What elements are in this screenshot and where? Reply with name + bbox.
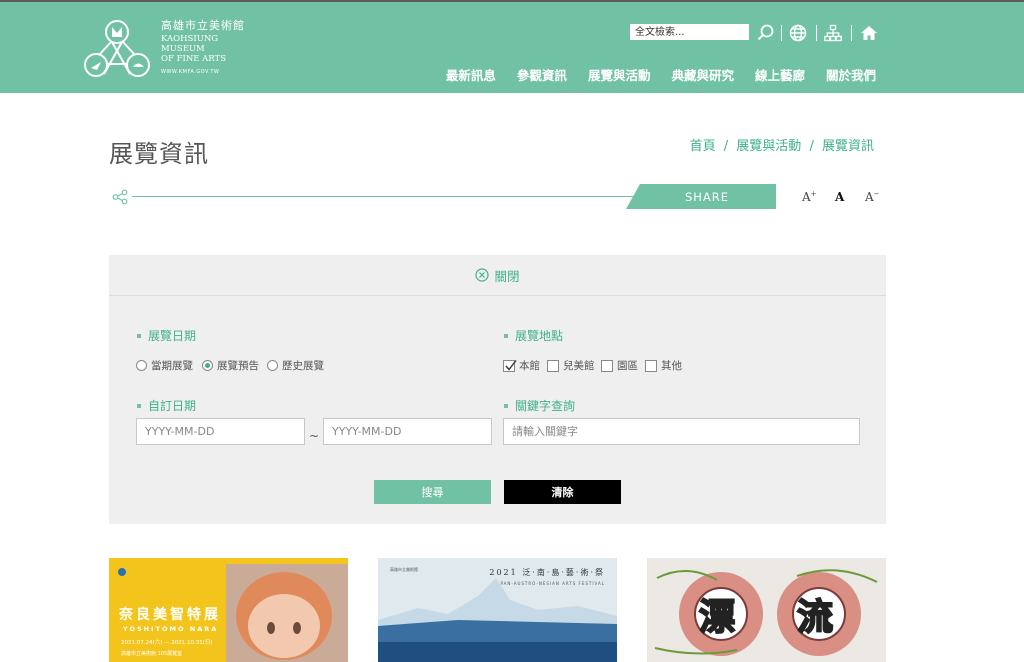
globe-icon[interactable] — [789, 24, 807, 42]
breadcrumb: 首頁 / 展覽與活動 / 展覽資訊 — [690, 135, 874, 154]
date-section-label: 展覽日期 — [137, 327, 196, 344]
share-button[interactable]: SHARE — [626, 184, 776, 209]
share-icon[interactable] — [112, 189, 128, 205]
keyword-section-label: 關鍵字查詢 — [504, 397, 575, 414]
checkbox-park[interactable]: 園區 — [601, 358, 638, 373]
font-size-decrease-button[interactable]: A− — [865, 190, 880, 204]
header-separator — [816, 25, 817, 41]
breadcrumb-separator: / — [809, 139, 814, 154]
location-section-label: 展覽地點 — [504, 327, 563, 344]
sitemap-icon[interactable] — [824, 24, 842, 42]
filter-close-label: 關閉 — [494, 268, 520, 284]
card-title: 奈良美智特展 — [119, 607, 221, 623]
nav-item-about[interactable]: 關於我們 — [826, 65, 876, 84]
filter-close-toggle[interactable]: 關閉 — [109, 255, 886, 296]
check-icon — [505, 359, 517, 371]
breadcrumb-home[interactable]: 首頁 — [690, 139, 716, 154]
close-icon — [475, 268, 490, 282]
checkbox-main-museum[interactable]: 本館 — [503, 358, 540, 373]
nav-item-visit[interactable]: 參觀資訊 — [517, 65, 567, 84]
exhibition-card-pan-austronesian[interactable]: 高雄市立美術館 2021 泛·南·島·藝·術·祭 PAN-AUSTRO-NESI… — [378, 558, 617, 662]
font-size-default-button[interactable]: A — [835, 190, 844, 204]
breadcrumb-separator: / — [723, 139, 729, 154]
checkbox-other[interactable]: 其他 — [645, 358, 682, 373]
card-subtitle: YOSHITOMO NARA — [123, 625, 219, 633]
logo-english-name: KAOHSIUNG MUSEUM OF FINE ARTS — [161, 34, 227, 64]
logo-chinese-name: 高雄市立美術館 — [161, 19, 245, 32]
main-nav: 最新訊息 參觀資訊 展覽與活動 典藏與研究 線上藝廊 關於我們 — [425, 65, 876, 84]
radio-past-exhibitions[interactable]: 歷史展覽 — [267, 358, 324, 373]
card-logo-text: 高雄市立美術館 — [390, 567, 418, 572]
keyword-input[interactable] — [503, 418, 860, 445]
date-range-separator: ~ — [309, 429, 320, 443]
font-size-increase-button[interactable]: A+ — [802, 190, 817, 204]
card-big-char: 流 — [796, 596, 834, 639]
exhibition-poster-drift — [647, 558, 886, 662]
header-separator — [781, 25, 782, 41]
logo-url: WWW.KMFA.GOV.TW — [161, 69, 220, 75]
card-subtitle: PAN-AUSTRO-NESIAN ARTS FESTIVAL — [500, 581, 605, 586]
card-title: 2021 泛·南·島·藝·術·祭 — [489, 568, 605, 577]
breadcrumb-current[interactable]: 展覽資訊 — [822, 139, 874, 154]
page-title: 展覽資訊 — [109, 140, 209, 168]
search-button[interactable]: 搜尋 — [374, 480, 491, 504]
date-to-input[interactable] — [323, 418, 492, 445]
card-venue: 高雄市立美術館 105展覽室 — [121, 651, 183, 657]
custom-date-section-label: 自訂日期 — [137, 397, 196, 414]
header-separator — [851, 25, 852, 41]
site-header: 高雄市立美術館 KAOHSIUNG MUSEUM OF FINE ARTS WW… — [0, 0, 1024, 93]
museum-logo-icon[interactable] — [84, 18, 150, 80]
radio-upcoming-exhibitions[interactable]: 展覽預告 — [202, 358, 259, 373]
site-search-input[interactable] — [630, 24, 749, 40]
search-icon[interactable] — [757, 24, 775, 42]
checkbox-children-museum[interactable]: 兒美館 — [547, 358, 595, 373]
card-big-char: 漂 — [698, 596, 736, 639]
nav-item-exhibitions[interactable]: 展覽與活動 — [588, 65, 651, 84]
nav-item-news[interactable]: 最新訊息 — [446, 65, 496, 84]
breadcrumb-exhibitions[interactable]: 展覽與活動 — [736, 139, 801, 154]
card-dates: 2021.07.24(六) — 2021.10.31(日) — [121, 640, 213, 646]
date-from-input[interactable] — [136, 418, 305, 445]
nav-item-online-gallery[interactable]: 線上藝廊 — [755, 65, 805, 84]
exhibition-card-drift[interactable]: 漂 流 — [647, 558, 886, 662]
nav-item-collections[interactable]: 典藏與研究 — [671, 65, 734, 84]
clear-button[interactable]: 清除 — [504, 480, 621, 504]
radio-current-exhibitions[interactable]: 當期展覽 — [136, 358, 193, 373]
share-divider — [132, 196, 642, 197]
home-icon[interactable] — [860, 24, 878, 42]
exhibition-card-nara[interactable]: 奈良美智特展 YOSHITOMO NARA 2021.07.24(六) — 20… — [109, 558, 348, 662]
filter-panel: 關閉 — [109, 255, 886, 524]
